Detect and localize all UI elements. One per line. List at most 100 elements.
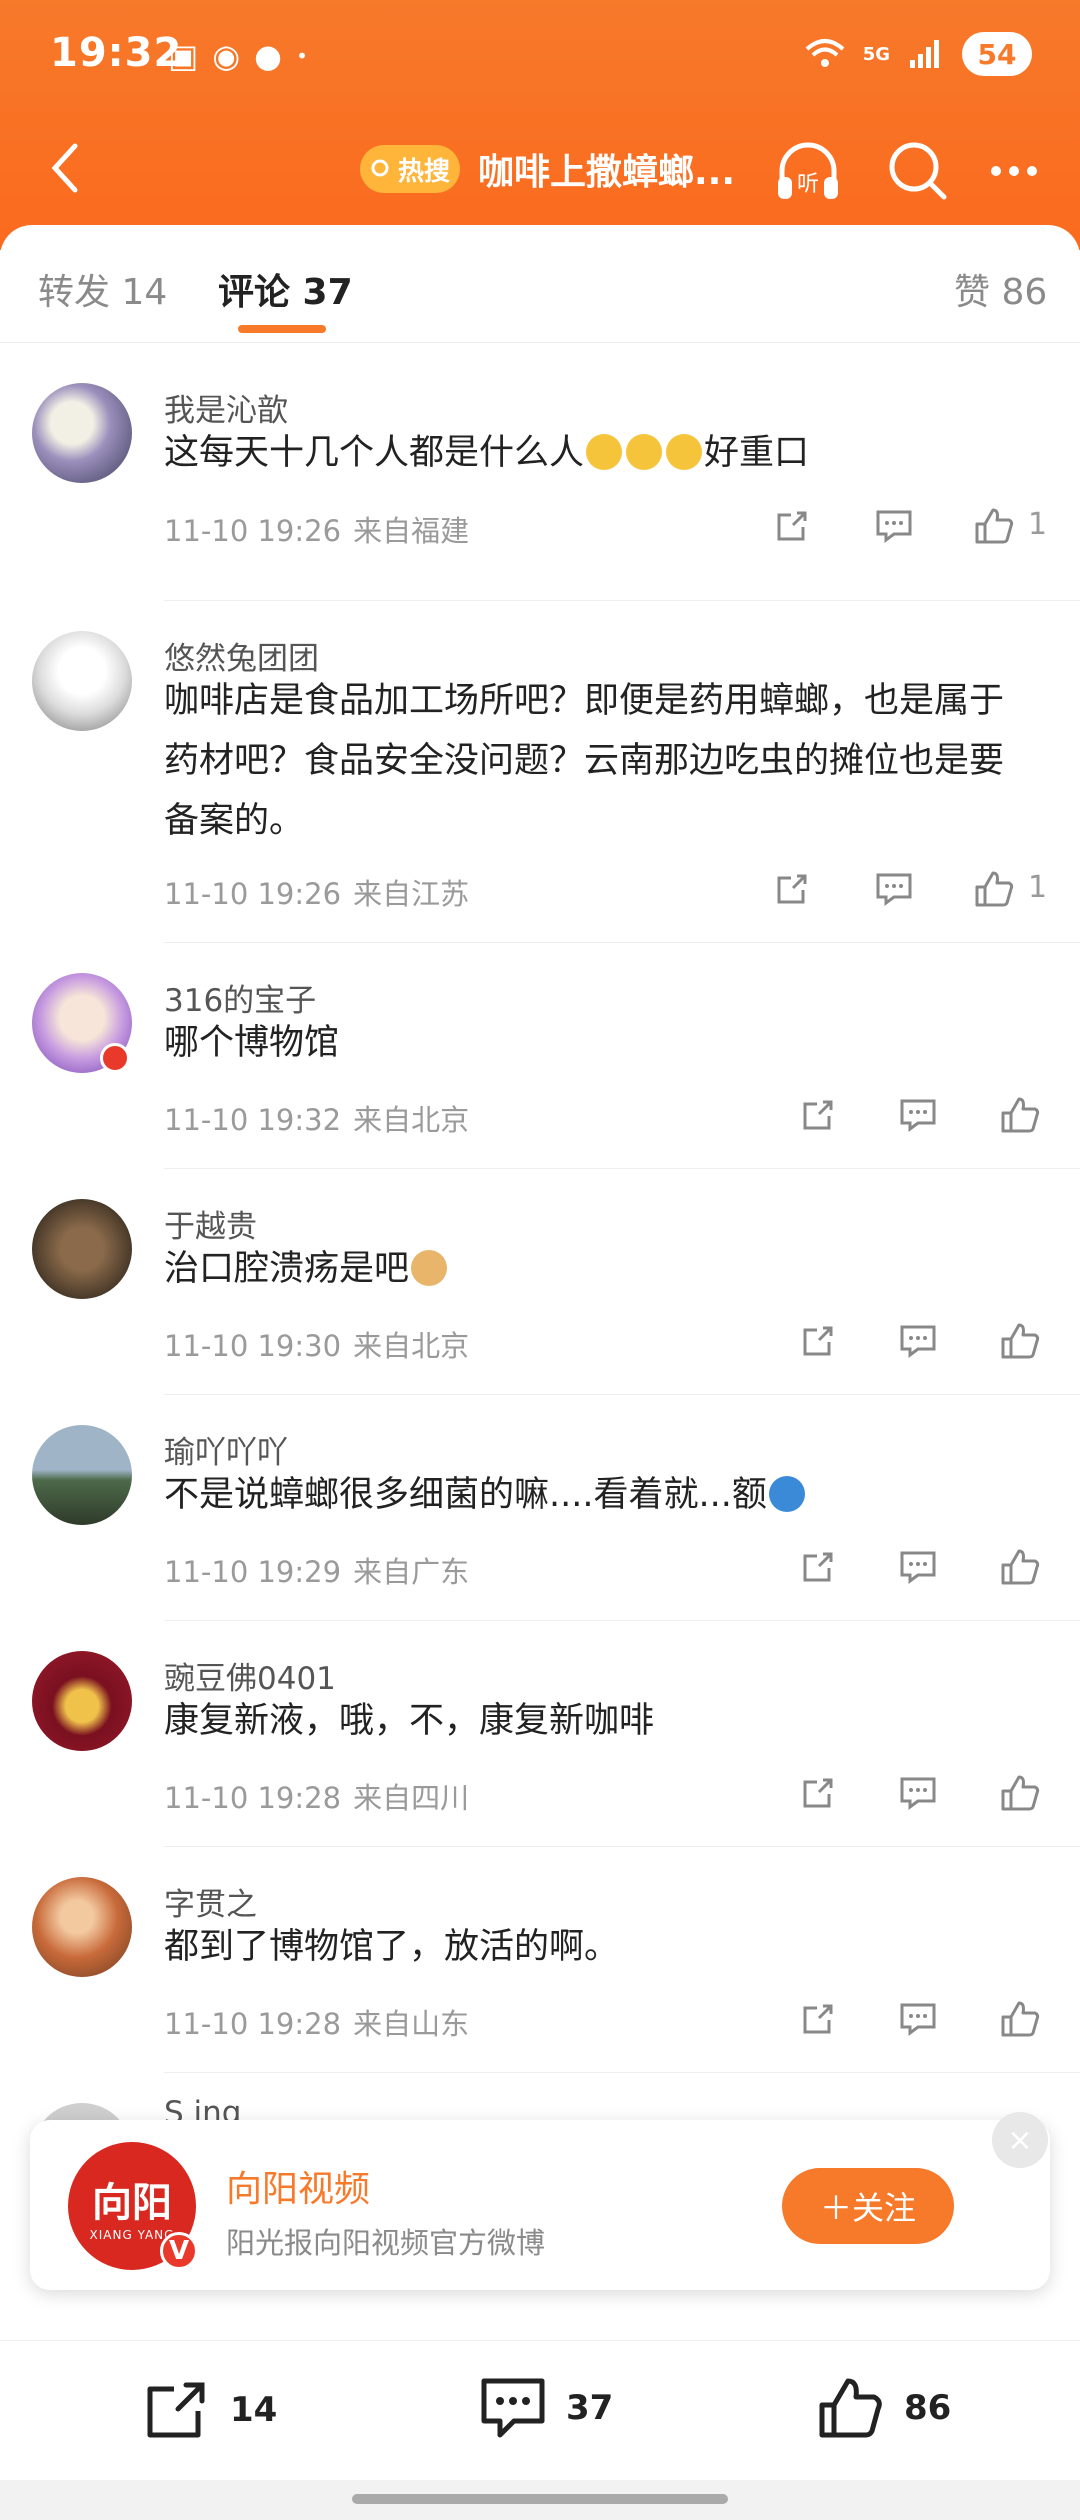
home-indicator[interactable] — [352, 2494, 728, 2504]
like-button[interactable] — [966, 498, 1022, 554]
avatar[interactable] — [32, 1651, 132, 1751]
avatar[interactable] — [32, 631, 132, 731]
account-name[interactable]: 向阳视频 — [226, 2160, 370, 2212]
scan-icon: ▣ — [168, 37, 199, 75]
signal-icon — [910, 40, 939, 68]
hot-search-badge[interactable]: 热搜 — [360, 145, 460, 193]
like-button[interactable] — [992, 1991, 1048, 2047]
avatar[interactable] — [32, 1877, 132, 1977]
thumbs-up-icon — [1001, 2001, 1040, 2037]
emoji-icon — [666, 434, 703, 470]
listen-button[interactable]: 听 — [770, 133, 846, 209]
emoji-icon — [586, 434, 623, 470]
listen-label: 听 — [797, 172, 819, 197]
share-icon — [803, 1326, 833, 1356]
back-button[interactable] — [30, 133, 100, 203]
thumbs-up-icon — [1001, 1097, 1040, 1133]
more-dot-icon — [1027, 166, 1037, 176]
battery-indicator: 54 — [962, 32, 1032, 76]
status-notification-icons: ▣ ◉ ● • — [168, 36, 308, 76]
search-button[interactable] — [880, 133, 956, 209]
follow-button[interactable]: ＋关注 — [782, 2168, 954, 2244]
logo-text: 向阳 — [92, 2180, 172, 2226]
comment-icon — [876, 873, 912, 906]
share-button[interactable] — [764, 498, 820, 554]
like-button[interactable] — [992, 1313, 1048, 1369]
comment-time: 11-10 19:28 — [164, 2007, 342, 2041]
thumbs-up-icon — [1001, 1775, 1040, 1811]
comment-meta: 11-10 19:26 来自福建 — [164, 508, 469, 550]
tab-bar: 转发 14 评论 37 赞 86 — [0, 225, 1080, 343]
tab-repost[interactable]: 转发 14 — [38, 263, 167, 315]
comment-meta: 11-10 19:28 来自山东 — [164, 2001, 469, 2043]
comment-button[interactable]: 37 — [478, 2375, 613, 2441]
comment-text: 这每天十几个人都是什么人 好重口 — [164, 423, 1024, 483]
tab-comments[interactable]: 评论 37 — [218, 263, 353, 315]
thumbs-up-icon — [819, 2378, 882, 2438]
repost-button[interactable]: 14 — [142, 2375, 277, 2445]
reply-button[interactable] — [890, 1313, 946, 1369]
comment-time: 11-10 19:29 — [164, 1555, 342, 1589]
avatar[interactable] — [32, 383, 132, 483]
avatar[interactable] — [32, 1425, 132, 1525]
tab-underline — [238, 325, 326, 333]
chevron-left-icon — [51, 143, 78, 193]
like-button[interactable] — [992, 1087, 1048, 1143]
hot-search-label: 热搜 — [397, 156, 450, 187]
share-button[interactable] — [790, 1991, 846, 2047]
share-button[interactable] — [764, 861, 820, 917]
share-icon — [777, 874, 807, 904]
like-button[interactable] — [992, 1539, 1048, 1595]
reply-button[interactable] — [890, 1539, 946, 1595]
comment-text: 治口腔溃疡是吧 — [164, 1239, 1024, 1299]
search-icon — [371, 159, 389, 177]
comment-count: 37 — [566, 2388, 614, 2428]
like-button[interactable] — [992, 1765, 1048, 1821]
close-icon[interactable]: × — [992, 2112, 1048, 2168]
share-icon — [777, 511, 807, 541]
comment-location: 来自四川 — [353, 1781, 470, 1815]
share-button[interactable] — [790, 1313, 846, 1369]
headphones-icon: 听 — [778, 142, 838, 199]
share-icon — [803, 1778, 833, 1808]
search-icon — [889, 142, 947, 200]
top-header: 19:32 ▣ ◉ ● • 5G 54 热搜 咖啡上撒蟑螂... 听 — [0, 0, 1080, 250]
emoji-icon — [768, 1476, 805, 1512]
network-type: 5G — [862, 43, 890, 65]
avatar[interactable] — [32, 1199, 132, 1299]
reply-button[interactable] — [866, 498, 922, 554]
doge-emoji-icon — [411, 1250, 448, 1286]
status-time: 19:32 — [50, 30, 183, 76]
like-count: 1 — [1028, 507, 1048, 542]
reply-button[interactable] — [890, 1087, 946, 1143]
share-icon — [803, 1552, 833, 1582]
reply-button[interactable] — [890, 1765, 946, 1821]
comment-time: 11-10 19:30 — [164, 1329, 342, 1363]
reply-button[interactable] — [866, 861, 922, 917]
comment-item: 于越贵 治口腔溃疡是吧 11-10 19:30 来自北京 — [0, 1169, 1080, 1395]
comment-meta: 11-10 19:26 来自江苏 — [164, 871, 469, 913]
comment-item: 悠然兔团团 咖啡店是食品加工场所吧？即便是药用蟑螂，也是属于药材吧？食品安全没问… — [0, 601, 1080, 943]
share-button[interactable] — [790, 1087, 846, 1143]
comment-icon — [900, 1777, 936, 1810]
more-button[interactable] — [976, 133, 1052, 209]
dot-icon: • — [296, 44, 308, 68]
tab-likes[interactable]: 赞 86 — [954, 263, 1047, 315]
share-button[interactable] — [790, 1539, 846, 1595]
comment-icon — [481, 2378, 545, 2438]
reply-button[interactable] — [890, 1991, 946, 2047]
like-button[interactable] — [966, 861, 1022, 917]
verified-v-icon: V — [160, 2232, 198, 2270]
comment-item: 我是沁歆 这每天十几个人都是什么人 好重口 11-10 19:26 来自福建 1 — [0, 343, 1080, 601]
follow-card: 向阳 XIANG YANG V 向阳视频 阳光报向阳视频官方微博 ＋关注 × — [30, 2112, 1050, 2290]
more-dot-icon — [1009, 166, 1019, 176]
thumbs-up-icon — [975, 871, 1014, 907]
comment-meta: 11-10 19:30 来自北京 — [164, 1323, 469, 1365]
like-button[interactable]: 86 — [816, 2375, 951, 2441]
comment-location: 来自广东 — [353, 1555, 470, 1589]
message-icon: ● — [254, 37, 283, 75]
share-button[interactable] — [790, 1765, 846, 1821]
comment-icon — [900, 1325, 936, 1358]
comment-location: 来自山东 — [353, 2007, 470, 2041]
status-right: 5G 54 — [805, 32, 1032, 76]
